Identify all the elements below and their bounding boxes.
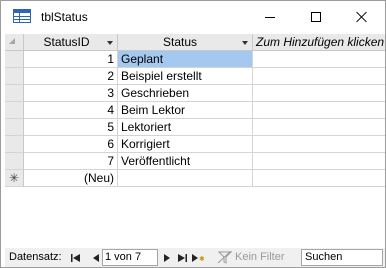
filter-icon: [217, 250, 233, 264]
cell-statusid[interactable]: 1: [24, 51, 118, 68]
maximize-icon: [311, 12, 321, 22]
dropdown-arrow-icon[interactable]: [107, 41, 113, 45]
close-icon: [356, 11, 368, 23]
cell-status-new[interactable]: [118, 170, 253, 187]
column-header-label: StatusID: [43, 35, 90, 49]
record-selector[interactable]: [5, 85, 24, 102]
cell-statusid[interactable]: 4: [24, 102, 118, 119]
cell-empty[interactable]: [253, 119, 385, 136]
close-button[interactable]: [339, 1, 385, 33]
record-label: Datensatz:: [9, 251, 62, 263]
select-all-corner[interactable]: [5, 34, 24, 51]
cell-status[interactable]: Korrigiert: [118, 136, 253, 153]
table-row[interactable]: 6 Korrigiert: [5, 136, 385, 153]
filter-status[interactable]: Kein Filter: [235, 251, 285, 263]
cell-status[interactable]: Geplant: [118, 51, 253, 68]
table-row[interactable]: 5 Lektoriert: [5, 119, 385, 136]
cell-status[interactable]: Lektoriert: [118, 119, 253, 136]
column-header-status[interactable]: Status: [118, 34, 253, 51]
select-all-icon: [9, 38, 15, 44]
column-header-add-field[interactable]: Zum Hinzufügen klicken: [253, 34, 385, 51]
table-row[interactable]: 3 Geschrieben: [5, 85, 385, 102]
last-record-icon[interactable]: [176, 250, 189, 265]
record-selector[interactable]: [5, 136, 24, 153]
table-icon: [13, 9, 31, 23]
record-selector[interactable]: [5, 153, 24, 170]
new-record-icon[interactable]: ✱: [191, 250, 204, 265]
table-row[interactable]: 4 Beim Lektor: [5, 102, 385, 119]
table-window: tblStatus StatusID Status Zum Hinzufügen…: [0, 0, 386, 268]
record-selector[interactable]: [5, 68, 24, 85]
record-selector[interactable]: [5, 119, 24, 136]
table-row[interactable]: 2 Beispiel erstellt: [5, 68, 385, 85]
cell-empty[interactable]: [253, 102, 385, 119]
prev-record-icon[interactable]: [89, 250, 102, 265]
cell-statusid[interactable]: 2: [24, 68, 118, 85]
cell-status[interactable]: Geschrieben: [118, 85, 253, 102]
record-navigation-bar: Datensatz: 1 von 7 ✱ Kein Filter Suchen: [5, 248, 385, 267]
record-selector[interactable]: [5, 51, 24, 68]
search-input[interactable]: Suchen: [301, 249, 383, 266]
cell-empty[interactable]: [253, 85, 385, 102]
column-header-statusid[interactable]: StatusID: [24, 34, 118, 51]
cell-empty[interactable]: [253, 136, 385, 153]
cell-status[interactable]: Beispiel erstellt: [118, 68, 253, 85]
svg-text:✱: ✱: [199, 255, 204, 262]
cell-statusid[interactable]: 6: [24, 136, 118, 153]
new-record-row[interactable]: ✳ (Neu): [5, 170, 385, 187]
cell-empty[interactable]: [253, 68, 385, 85]
cell-statusid[interactable]: 3: [24, 85, 118, 102]
cell-status[interactable]: Beim Lektor: [118, 102, 253, 119]
cell-empty[interactable]: [253, 170, 385, 187]
cell-status[interactable]: Veröffentlicht: [118, 153, 253, 170]
current-record-field[interactable]: 1 von 7: [102, 249, 158, 266]
cell-empty[interactable]: [253, 51, 385, 68]
maximize-button[interactable]: [293, 1, 339, 33]
window-title: tblStatus: [41, 10, 88, 24]
next-record-icon[interactable]: [160, 250, 173, 265]
cell-empty[interactable]: [253, 153, 385, 170]
grid-empty-area: [5, 187, 385, 242]
dropdown-arrow-icon[interactable]: [242, 41, 248, 45]
cell-statusid-new[interactable]: (Neu): [24, 170, 118, 187]
minimize-icon: [265, 16, 275, 18]
record-selector[interactable]: [5, 102, 24, 119]
first-record-icon[interactable]: [69, 250, 82, 265]
cell-statusid[interactable]: 5: [24, 119, 118, 136]
table-row[interactable]: 7 Veröffentlicht: [5, 153, 385, 170]
datasheet-grid: StatusID Status Zum Hinzufügen klicken 1…: [5, 34, 385, 242]
minimize-button[interactable]: [247, 1, 293, 33]
title-bar: tblStatus: [1, 1, 385, 33]
new-record-marker-icon: ✳: [5, 170, 24, 187]
table-row[interactable]: 1 Geplant: [5, 51, 385, 68]
column-header-label: Status: [162, 35, 198, 49]
column-header-label: Zum Hinzufügen klicken: [256, 35, 385, 49]
cell-statusid[interactable]: 7: [24, 153, 118, 170]
